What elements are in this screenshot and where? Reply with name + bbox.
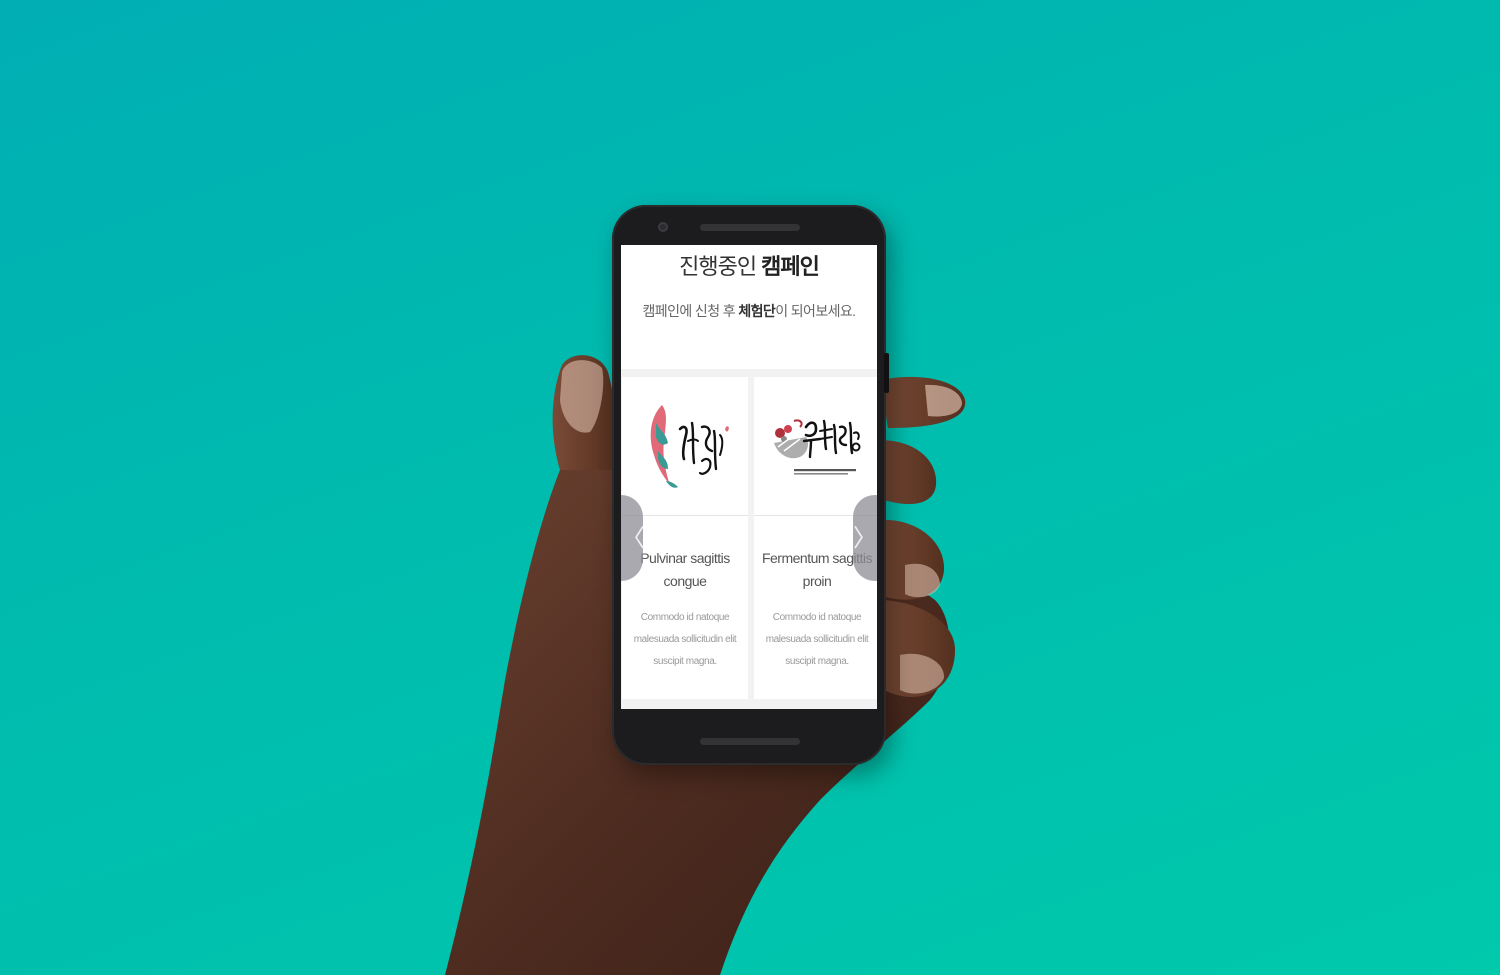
campaign-card-description: Commodo id natoque malesuada sollicitudi…	[765, 612, 869, 667]
page-subtitle: 캠페인에 신청 후 체험단이 되어보세요.	[621, 301, 877, 321]
subtitle-bold: 체험단	[738, 303, 776, 319]
subtitle-post: 이 되어보세요.	[775, 303, 856, 319]
phone-side-button	[884, 353, 889, 393]
title-bold: 캠페인	[761, 254, 820, 279]
front-camera-icon	[658, 222, 668, 232]
chevron-left-icon: 〈	[621, 524, 645, 552]
carousel-next-button[interactable]: 〉	[853, 495, 877, 581]
carousel-prev-button[interactable]: 〈	[621, 495, 645, 581]
page-title: 진행중인 캠페인	[621, 249, 877, 281]
phone-bottom-bar	[700, 738, 800, 745]
title-light: 진행중인	[679, 254, 762, 279]
phone-speaker	[700, 224, 800, 231]
campaign-header: 진행중인 캠페인 캠페인에 신청 후 체험단이 되어보세요.	[621, 245, 877, 369]
campaign-card-description: Commodo id natoque malesuada sollicitudi…	[633, 612, 737, 667]
campaign-card-title[interactable]: Pulvinar sagittis congue	[626, 547, 744, 593]
subtitle-pre: 캠페인에 신청 후	[642, 303, 739, 319]
phone-screen: 진행중인 캠페인 캠페인에 신청 후 체험단이 되어보세요. Pulvinar …	[621, 245, 877, 709]
chevron-right-icon: 〉	[853, 524, 877, 552]
phone-device: 진행중인 캠페인 캠페인에 신청 후 체험단이 되어보세요. Pulvinar …	[612, 205, 889, 765]
